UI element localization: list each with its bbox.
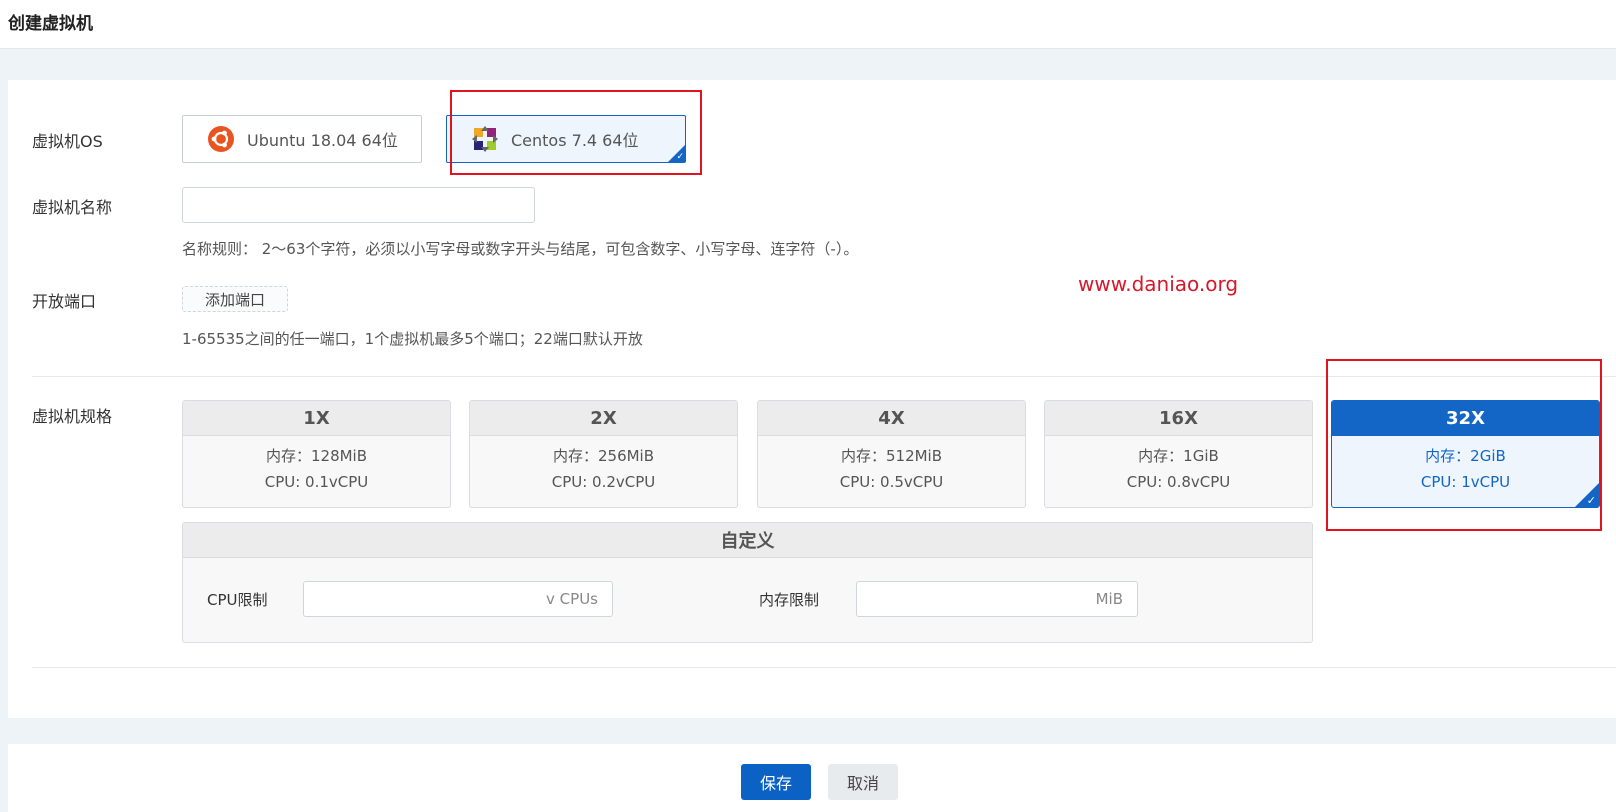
os-option-ubuntu[interactable]: Ubuntu 18.04 64位 <box>182 115 422 163</box>
memory-unit: MiB <box>1095 590 1123 608</box>
vm-name-input[interactable] <box>182 187 535 223</box>
spec-custom-panel: 自定义 CPU限制 v CPUs 内存限制 MiB <box>182 522 1313 643</box>
ubuntu-logo-icon <box>207 125 235 153</box>
cpu-unit: v CPUs <box>546 590 598 608</box>
spec-option-title: 4X <box>758 401 1025 436</box>
spec-option-4x[interactable]: 4X 内存：512MiB CPU: 0.5vCPU <box>757 400 1026 508</box>
spec-label: 虚拟机规格 <box>32 407 113 426</box>
highlight-box-spec <box>1326 359 1602 531</box>
ports-label: 开放端口 <box>32 292 97 311</box>
header-bar: 创建虚拟机 <box>0 0 1616 49</box>
cpu-limit-label: CPU限制 <box>207 591 268 609</box>
watermark-text: www.daniao.org <box>1078 272 1239 296</box>
highlight-box-os <box>450 90 702 175</box>
spec-cpu: CPU: 0.5vCPU <box>839 473 944 491</box>
os-label: 虚拟机OS <box>32 132 103 151</box>
spec-memory: 内存：1GiB <box>1138 447 1219 465</box>
page-title: 创建虚拟机 <box>8 14 93 34</box>
spec-cpu: CPU: 0.2vCPU <box>551 473 656 491</box>
vm-name-label: 虚拟机名称 <box>32 198 113 217</box>
spec-option-title: 16X <box>1045 401 1312 436</box>
add-port-button[interactable]: 添加端口 <box>182 286 288 312</box>
spec-option-title: 1X <box>183 401 450 436</box>
memory-limit-label: 内存限制 <box>759 591 820 609</box>
ports-hint: 1-65535之间的任一端口，1个虚拟机最多5个端口；22端口默认开放 <box>182 330 643 348</box>
cancel-button[interactable]: 取消 <box>828 764 898 800</box>
spec-option-16x[interactable]: 16X 内存：1GiB CPU: 0.8vCPU <box>1044 400 1313 508</box>
spec-option-title: 2X <box>470 401 737 436</box>
spec-option-1x[interactable]: 1X 内存：128MiB CPU: 0.1vCPU <box>182 400 451 508</box>
footer-bar <box>8 744 1616 812</box>
section-divider <box>32 667 1616 668</box>
save-button[interactable]: 保存 <box>741 764 811 800</box>
os-option-label: Ubuntu 18.04 64位 <box>247 131 398 150</box>
cpu-limit-input[interactable]: v CPUs <box>303 581 613 617</box>
custom-title: 自定义 <box>183 523 1312 558</box>
spec-memory: 内存：512MiB <box>840 447 943 465</box>
spec-memory: 内存：256MiB <box>552 447 655 465</box>
spec-cpu: CPU: 0.1vCPU <box>264 473 369 491</box>
vm-name-hint: 名称规则： 2～63个字符，必须以小写字母或数字开头与结尾，可包含数字、小写字母… <box>182 240 859 258</box>
memory-limit-input[interactable]: MiB <box>856 581 1138 617</box>
spec-memory: 内存：128MiB <box>265 447 368 465</box>
spec-option-2x[interactable]: 2X 内存：256MiB CPU: 0.2vCPU <box>469 400 738 508</box>
spec-cpu: CPU: 0.8vCPU <box>1126 473 1231 491</box>
